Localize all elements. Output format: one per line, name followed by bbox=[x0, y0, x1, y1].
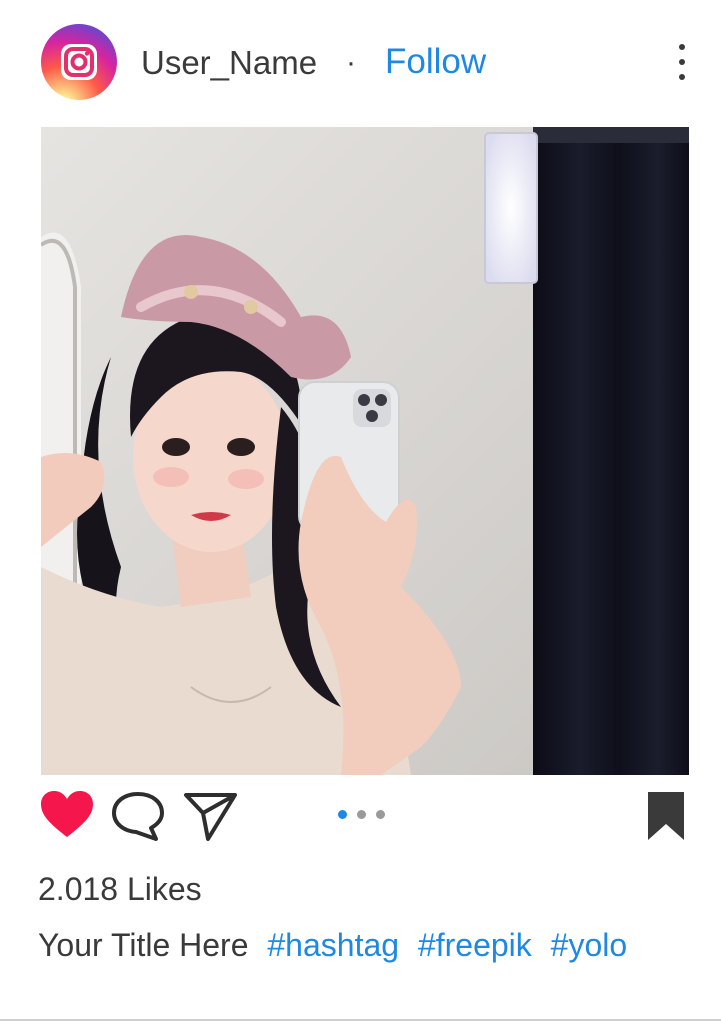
post-photo[interactable] bbox=[41, 127, 689, 775]
post-title: Your Title Here bbox=[38, 927, 249, 963]
hashtag-link[interactable]: #yolo bbox=[551, 927, 628, 963]
action-bar bbox=[0, 780, 721, 850]
save-button[interactable] bbox=[646, 790, 686, 842]
instagram-logo-icon bbox=[61, 44, 97, 80]
post-caption: Your Title Here #hashtag #freepik #yolo bbox=[38, 925, 627, 965]
like-button[interactable] bbox=[39, 789, 95, 841]
follow-button[interactable]: Follow bbox=[385, 42, 486, 82]
carousel-dot bbox=[376, 810, 385, 819]
username[interactable]: User_Name bbox=[141, 44, 317, 82]
speech-bubble-icon bbox=[112, 792, 164, 841]
divider bbox=[0, 1019, 721, 1021]
comment-button[interactable] bbox=[109, 789, 167, 843]
likes-count[interactable]: 2.018 Likes bbox=[38, 870, 202, 908]
bookmark-filled-icon bbox=[648, 792, 684, 840]
selfie-photo bbox=[41, 127, 689, 775]
heart-filled-icon bbox=[41, 791, 93, 837]
hashtag-link[interactable]: #freepik bbox=[418, 927, 532, 963]
paper-plane-icon bbox=[184, 793, 237, 841]
avatar[interactable] bbox=[41, 24, 117, 100]
post-header: User_Name · Follow bbox=[0, 0, 721, 125]
vertical-dots-icon bbox=[679, 44, 685, 50]
carousel-dot-active bbox=[338, 810, 347, 819]
more-options-button[interactable] bbox=[667, 40, 697, 88]
hashtag-link[interactable]: #hashtag bbox=[267, 927, 399, 963]
separator-dot: · bbox=[346, 46, 356, 79]
share-button[interactable] bbox=[181, 789, 239, 843]
carousel-dot bbox=[357, 810, 366, 819]
